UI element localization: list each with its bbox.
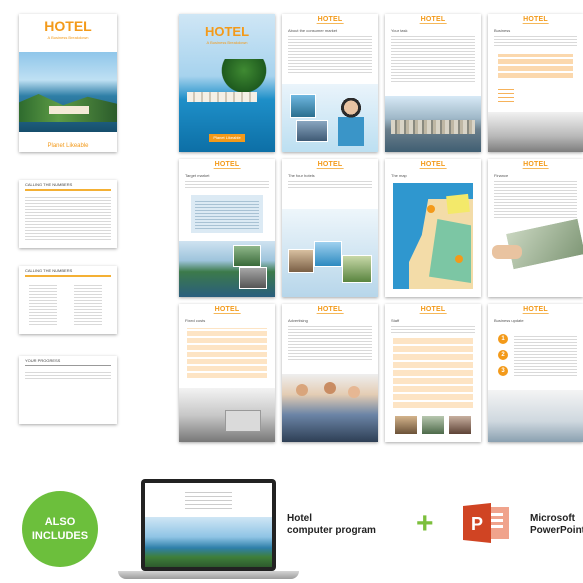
- svg-text:P: P: [471, 514, 483, 534]
- ppt-line-1: Microsoft: [530, 513, 575, 524]
- also-includes-badge: ALSO INCLUDES: [22, 491, 98, 567]
- page-fixed-costs: HOTEL Fixed costs: [179, 304, 275, 442]
- side-page-title: CALLING THE NUMBERS: [25, 268, 73, 273]
- page-advertising: HOTEL Advertising: [282, 304, 378, 442]
- powerpoint-icon: P: [463, 503, 511, 543]
- plus-icon: +: [416, 507, 434, 540]
- page-title: Your task: [391, 28, 408, 33]
- page-staff: HOTEL Staff: [385, 304, 481, 442]
- page-title: Finance: [494, 173, 509, 178]
- page-consumer-market: HOTEL About the consumer market: [282, 14, 378, 152]
- pool-cover-subtitle: A Business Breakdown: [206, 40, 248, 45]
- page-header: HOTEL: [419, 16, 447, 24]
- program-line-1: Hotel: [287, 513, 312, 524]
- page-header: HOTEL: [522, 16, 549, 24]
- page-header: HOTEL: [316, 16, 344, 24]
- page-header: HOTEL: [213, 161, 241, 169]
- pool-cover-title: HOTEL: [204, 24, 250, 39]
- page-map: HOTEL The map: [385, 159, 481, 297]
- page-title: Fixed costs: [185, 318, 206, 323]
- side-page-3: YOUR PROGRESS: [19, 356, 117, 424]
- page-title: Staff: [391, 318, 400, 323]
- laptop-screen: [141, 479, 276, 571]
- side-page-1: CALLING THE NUMBERS: [19, 180, 117, 248]
- cover-photo: [19, 52, 117, 132]
- page-title: Business update: [494, 318, 524, 323]
- cover-subtitle: A Business Breakdown: [47, 35, 89, 40]
- page-title: The map: [391, 173, 407, 178]
- cover-title: HOTEL: [44, 18, 92, 34]
- ppt-line-2: PowerPoint: [530, 525, 583, 536]
- cover-page: HOTEL A Business Breakdown Planet Likeab…: [19, 14, 117, 152]
- page-header: HOTEL: [316, 306, 344, 314]
- side-page-2: CALLING THE NUMBERS: [19, 266, 117, 334]
- powerpoint-label: Microsoft PowerPoint: [530, 513, 583, 537]
- computer-program-label: Hotel computer program: [287, 513, 376, 537]
- page-finance: HOTEL Finance: [488, 159, 583, 297]
- page-header: HOTEL: [522, 161, 549, 169]
- pool-cover-button: Planet Likeable: [209, 134, 245, 142]
- page-title: The four hotels: [288, 173, 315, 178]
- page-your-task: HOTEL Your task: [385, 14, 481, 152]
- page-business: HOTEL Business: [488, 14, 583, 152]
- laptop-base: [118, 571, 299, 579]
- page-title: About the consumer market: [288, 28, 338, 33]
- program-line-2: computer program: [287, 525, 376, 536]
- page-title: Business: [494, 28, 511, 33]
- side-page-title: CALLING THE NUMBERS: [25, 182, 73, 187]
- page-header: HOTEL: [213, 306, 241, 314]
- page-header: HOTEL: [419, 161, 447, 169]
- cover-footer: Planet Likeable: [47, 143, 89, 149]
- page-header: HOTEL: [522, 306, 549, 314]
- badge-line-1: ALSO: [44, 516, 76, 528]
- page-cover-pool: HOTEL A Business Breakdown Planet Likeab…: [179, 14, 275, 152]
- page-header: HOTEL: [419, 306, 447, 314]
- badge-line-2: INCLUDES: [31, 530, 89, 542]
- page-header: HOTEL: [316, 161, 344, 169]
- page-four-hotels: HOTEL The four hotels: [282, 159, 378, 297]
- page-target-market: HOTEL Target market: [179, 159, 275, 297]
- page-business-update: HOTEL Business update 1 2 3: [488, 304, 583, 442]
- page-title: Advertising: [288, 318, 308, 323]
- side-page-title: YOUR PROGRESS: [25, 358, 61, 363]
- page-title: Target market: [185, 173, 210, 178]
